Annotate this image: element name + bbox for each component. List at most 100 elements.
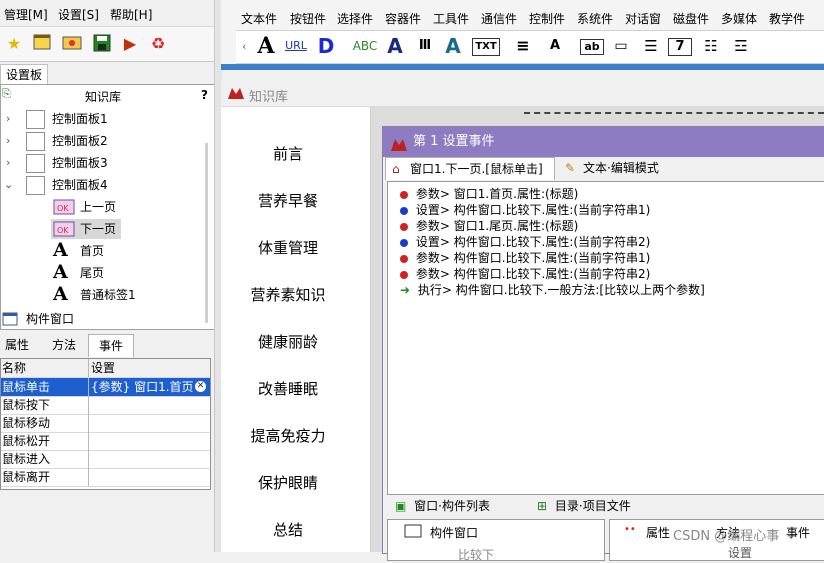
tree-item-panel-1[interactable]: › 控制面板1: [1, 109, 201, 129]
tab-event-flow[interactable]: ⌂ 窗口1.下一页.[鼠标单击]: [385, 157, 555, 180]
tree-item-first-page[interactable]: A 首页: [51, 240, 201, 261]
nav-item-weight[interactable]: 体重管理: [221, 237, 355, 258]
tab-methods[interactable]: 方法: [46, 334, 82, 356]
run-icon[interactable]: ▶: [120, 34, 140, 54]
grid-row-mouse-enter[interactable]: 鼠标进入: [1, 450, 210, 469]
tab-disk-components[interactable]: 磁盘件: [673, 10, 709, 27]
code-line[interactable]: 设置> 构件窗口.比较下.属性:(当前字符串2): [400, 234, 650, 250]
nav-item-breakfast[interactable]: 营养早餐: [221, 190, 355, 211]
memo-icon[interactable]: ☰: [640, 35, 662, 57]
abc-icon[interactable]: ABC: [352, 35, 378, 57]
code-line[interactable]: 参数> 构件窗口.比较下.属性:(当前字符串1): [400, 250, 650, 266]
number-icon[interactable]: 7: [668, 38, 692, 56]
tab-tool-components[interactable]: 工具件: [433, 10, 469, 27]
tab-teaching-components[interactable]: 教学件: [769, 10, 805, 27]
tab-project-files[interactable]: ⊞ 目录·项目文件: [537, 495, 667, 517]
code-line[interactable]: 参数> 窗口1.尾页.属性:(标题): [400, 218, 578, 234]
outline-a-icon[interactable]: A: [384, 35, 406, 57]
code-line[interactable]: 参数> 构件窗口.比较下.属性:(当前字符串2): [400, 266, 650, 282]
save-icon[interactable]: [92, 34, 112, 54]
tab-props[interactable]: 属性: [646, 524, 670, 541]
txt-icon[interactable]: TXT: [472, 38, 500, 56]
menu-manage[interactable]: 管理[M]: [4, 6, 48, 23]
component-sub-item[interactable]: 比较下: [458, 546, 494, 563]
code-line[interactable]: 设置> 构件窗口.比较下.属性:(当前字符串1): [400, 202, 650, 218]
panel-checkbox[interactable]: [26, 176, 45, 195]
grid-row-value[interactable]: {参数} 窗口1.首页: [91, 378, 195, 396]
tab-container-components[interactable]: 容器件: [385, 10, 421, 27]
tab-comm-components[interactable]: 通信件: [481, 10, 517, 27]
tab-events[interactable]: 事件: [88, 334, 134, 357]
event-code-editor[interactable]: 参数> 窗口1.首页.属性:(标题) 设置> 构件窗口.比较下.属性:(当前字符…: [387, 181, 824, 495]
nav-item-preface[interactable]: 前言: [221, 143, 355, 164]
table-icon[interactable]: ☲: [730, 35, 752, 57]
component-window-item[interactable]: 构件窗口: [430, 524, 478, 541]
nav-item-eyes[interactable]: 保护眼睛: [221, 472, 355, 493]
nav-item-nutrients[interactable]: 营养素知识: [221, 284, 355, 305]
grid-row-mouse-down[interactable]: 鼠标按下: [1, 396, 210, 415]
tree-item-next-page[interactable]: OK 下一页: [51, 219, 121, 239]
help-icon[interactable]: ?: [201, 88, 208, 102]
url-icon[interactable]: URL: [284, 35, 308, 57]
panel-checkbox[interactable]: [26, 132, 45, 151]
tab-properties[interactable]: 属性: [0, 334, 34, 356]
expand-icon[interactable]: ›: [6, 109, 10, 129]
panel-checkbox[interactable]: [26, 110, 45, 129]
tree-item-label-1[interactable]: A 普通标签1: [51, 284, 201, 305]
tab-settings-board[interactable]: 设置板: [0, 64, 48, 85]
tab-select-components[interactable]: 选择件: [337, 10, 373, 27]
text-a-icon[interactable]: A: [256, 35, 276, 57]
barcode-icon[interactable]: Ⅲ: [414, 35, 436, 57]
grid-row-mouse-leave[interactable]: 鼠标离开: [1, 468, 210, 487]
menu-help[interactable]: 帮助[H]: [110, 6, 152, 23]
doc-icon[interactable]: ☷: [700, 35, 722, 57]
grid-row-value[interactable]: [91, 414, 209, 432]
tree-item-prev-page[interactable]: OK 上一页: [51, 197, 201, 217]
tree-footer-component-window[interactable]: 构件窗口: [1, 309, 201, 329]
panel-checkbox[interactable]: [26, 154, 45, 173]
collapse-icon[interactable]: ⌄: [4, 175, 13, 195]
tree-item-panel-4[interactable]: ⌄ 控制面板4: [1, 175, 201, 195]
nav-item-health-age[interactable]: 健康丽龄: [221, 331, 355, 352]
d-icon[interactable]: D: [316, 35, 336, 57]
grid-row-mouse-move[interactable]: 鼠标移动: [1, 414, 210, 433]
clear-icon[interactable]: ✕: [195, 381, 206, 392]
tab-dialog-components[interactable]: 对话窗: [625, 10, 661, 27]
scroll-left-icon[interactable]: ‹: [242, 40, 246, 53]
tree-scrollbar[interactable]: [205, 143, 208, 323]
expand-icon[interactable]: ›: [6, 153, 10, 173]
tab-component-list[interactable]: ▣ 窗口·构件列表: [395, 495, 525, 517]
tree-item-last-page[interactable]: A 尾页: [51, 262, 201, 283]
expand-icon[interactable]: ›: [6, 131, 10, 151]
grid-row-value[interactable]: [91, 396, 209, 414]
list-icon[interactable]: ≡: [512, 35, 534, 57]
field-icon[interactable]: ▭: [610, 35, 632, 57]
tab-events-2[interactable]: 事件: [786, 524, 810, 541]
art-text-icon[interactable]: A: [442, 35, 464, 57]
nav-item-summary[interactable]: 总结: [221, 519, 355, 540]
grid-row-value[interactable]: [91, 468, 209, 486]
star-icon[interactable]: ★: [4, 34, 24, 54]
code-line[interactable]: 参数> 窗口1.首页.属性:(标题): [400, 186, 578, 202]
input-box-icon[interactable]: ab: [580, 39, 604, 55]
tree-item-panel-2[interactable]: › 控制面板2: [1, 131, 201, 151]
folder-icon[interactable]: [62, 34, 82, 54]
tab-system-components[interactable]: 系统件: [577, 10, 613, 27]
nav-item-immunity[interactable]: 提高免疫力: [221, 425, 355, 446]
grid-row-mouse-up[interactable]: 鼠标松开: [1, 432, 210, 451]
tab-control-components[interactable]: 控制件: [529, 10, 565, 27]
nav-item-sleep[interactable]: 改善睡眠: [221, 378, 355, 399]
dialog-title-bar[interactable]: 第 1 设置事件: [383, 127, 824, 157]
refresh-icon[interactable]: ♻: [148, 34, 168, 54]
tab-media-components[interactable]: 多媒体: [721, 10, 757, 27]
window-icon[interactable]: [32, 34, 52, 54]
grid-row-mouse-click[interactable]: 鼠标单击 {参数} 窗口1.首页 ✕: [1, 378, 210, 397]
tab-text-edit-mode[interactable]: ✎ 文本·编辑模式: [561, 157, 681, 179]
tab-button-components[interactable]: 按钮件: [290, 10, 326, 27]
tab-text-components[interactable]: 文本件: [241, 10, 277, 27]
small-a-icon[interactable]: A: [544, 35, 566, 57]
tree-item-panel-3[interactable]: › 控制面板3: [1, 153, 201, 173]
code-line[interactable]: ➜ 执行> 构件窗口.比较下.一般方法:[比较以上两个参数]: [400, 282, 705, 298]
grid-row-value[interactable]: [91, 450, 209, 468]
menu-settings[interactable]: 设置[S]: [58, 6, 99, 23]
